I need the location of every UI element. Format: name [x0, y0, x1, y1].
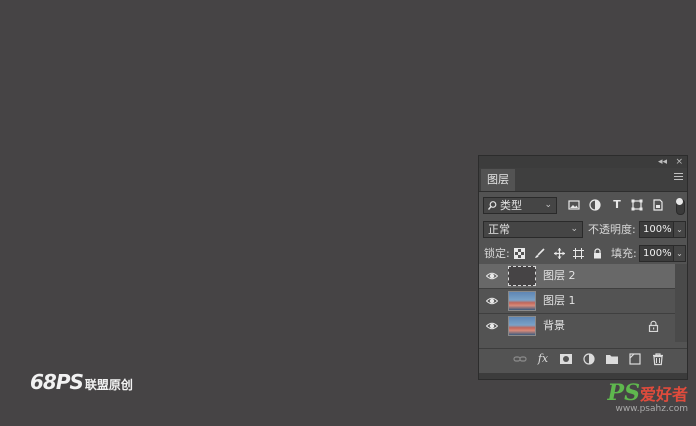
layer-name[interactable]: 图层 2 [543, 264, 576, 288]
smart-object-filter-icon[interactable] [652, 199, 666, 211]
opacity-label: 不透明度: [588, 223, 636, 236]
layer-thumbnail [508, 291, 536, 311]
layer-name[interactable]: 图层 1 [543, 289, 576, 313]
filter-toggle-knob [676, 198, 683, 205]
eye-icon[interactable] [486, 320, 498, 332]
fill-input[interactable]: 100% [639, 245, 674, 262]
chevron-down-icon: ⌄ [570, 224, 578, 234]
layer-row-background[interactable]: 背景 [479, 314, 675, 339]
layer-name[interactable]: 背景 [543, 314, 565, 338]
mask-icon[interactable] [559, 352, 573, 366]
lock-row: 锁定: 填充: 100% ⌄ [479, 244, 687, 264]
watermark-url: www.psahz.com [615, 404, 688, 414]
layer-filter-row: 类型 ⌄ T [479, 196, 687, 216]
adjustment-layer-icon[interactable] [582, 352, 596, 366]
search-icon [488, 201, 497, 210]
trash-icon[interactable] [651, 352, 665, 366]
fx-icon[interactable]: fx [536, 352, 550, 366]
blend-mode-dropdown[interactable]: 正常 ⌄ [483, 221, 583, 238]
watermark-logo-cn: 爱好者 [639, 385, 688, 404]
layers-scrollbar[interactable] [675, 264, 687, 342]
lock-image-icon[interactable] [534, 248, 548, 259]
filter-kind-dropdown[interactable]: 类型 ⌄ [483, 197, 557, 214]
eye-icon[interactable] [486, 295, 498, 307]
watermark-logo-latin: PS [607, 380, 640, 406]
lock-transparency-icon[interactable] [514, 248, 528, 259]
collapse-panel-icon[interactable]: ◂◂ [658, 156, 667, 168]
watermark-logo: PS爱好者 [608, 380, 688, 406]
layer-thumbnail [508, 316, 536, 336]
panel-menu-icon[interactable] [674, 173, 683, 183]
layer-thumbnail [508, 266, 536, 286]
type-filter-icon[interactable]: T [610, 198, 624, 212]
blend-mode-value: 正常 [488, 223, 510, 236]
opacity-input[interactable]: 100% [639, 221, 674, 238]
lock-position-icon[interactable] [554, 248, 568, 259]
layer-row-layer-2[interactable]: 图层 2 [479, 264, 675, 289]
link-icon[interactable] [513, 352, 527, 366]
panel-resize-bar[interactable] [479, 373, 687, 379]
lock-icon[interactable] [648, 320, 659, 332]
layers-list: 图层 2 图层 1 背景 [479, 264, 675, 342]
shape-filter-icon[interactable] [631, 199, 645, 211]
chevron-down-icon: ⌄ [544, 200, 552, 210]
panel-tab-bar: 图层 [479, 168, 687, 192]
opacity-dropdown-button[interactable]: ⌄ [673, 221, 686, 238]
watermark-subtitle: 联盟原创 [84, 378, 133, 392]
layers-panel: ◂◂ × 图层 类型 ⌄ T 正常 ⌄ 不透明度: 100% ⌄ 锁定: 填充:… [478, 155, 688, 380]
new-layer-icon[interactable] [628, 352, 642, 366]
watermark-brand: 68PS [30, 370, 84, 394]
watermark-psahz: PS爱好者 www.psahz.com [608, 380, 688, 414]
close-panel-icon[interactable]: × [675, 156, 683, 168]
tab-layers[interactable]: 图层 [481, 169, 515, 191]
panel-title-bar[interactable]: ◂◂ × [479, 156, 687, 168]
image-filter-icon[interactable] [568, 199, 582, 211]
group-folder-icon[interactable] [605, 352, 619, 366]
filter-kind-label: 类型 [500, 199, 522, 212]
watermark-68ps: 68PS 联盟原创 [30, 370, 133, 394]
layers-bottom-toolbar: fx [479, 348, 687, 371]
adjustment-filter-icon[interactable] [589, 199, 603, 211]
lock-all-icon[interactable] [592, 248, 606, 259]
lock-artboard-icon[interactable] [573, 248, 587, 259]
fill-dropdown-button[interactable]: ⌄ [673, 245, 686, 262]
eye-icon[interactable] [486, 270, 498, 282]
fill-label: 填充: [611, 247, 637, 260]
layer-row-layer-1[interactable]: 图层 1 [479, 289, 675, 314]
lock-label: 锁定: [484, 247, 510, 260]
blend-mode-row: 正常 ⌄ 不透明度: 100% ⌄ [479, 220, 687, 240]
